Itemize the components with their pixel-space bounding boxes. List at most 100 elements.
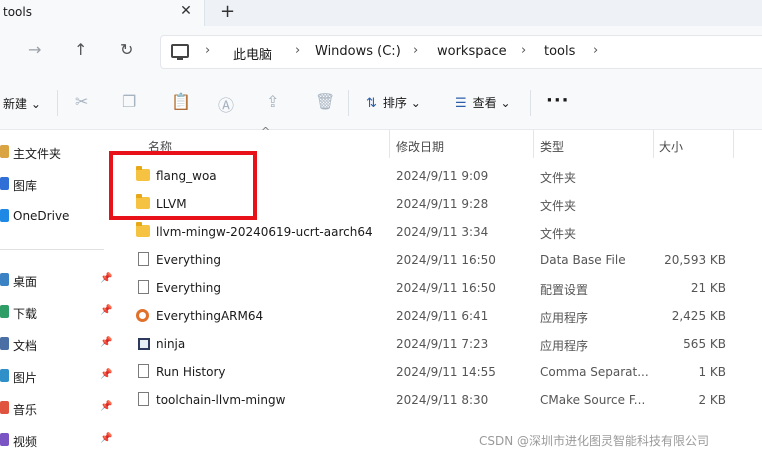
column-separator[interactable] <box>653 130 654 158</box>
file-row[interactable]: llvm-mingw-20240619-ucrt-aarch64 2024/9/1… <box>116 218 762 246</box>
sort-button[interactable]: ⇅ 排序 ⌄ <box>366 94 421 111</box>
share-icon[interactable]: ⇪ <box>266 92 279 111</box>
close-icon[interactable]: ✕ <box>178 3 194 19</box>
column-separator[interactable] <box>733 130 734 158</box>
new-button[interactable]: 新建 ⌄ <box>3 95 41 112</box>
chevron-right-icon[interactable]: › <box>295 43 300 58</box>
file-type: 文件夹 <box>540 171 577 185</box>
address-bar[interactable]: › 此电脑 › Windows (C:) › workspace › tools… <box>160 35 762 69</box>
breadcrumb-drive-c[interactable]: Windows (C:) <box>315 44 401 59</box>
sidebar-item-home[interactable]: 主文件夹 <box>0 142 116 164</box>
sidebar-item-label: 文档 <box>13 339 38 353</box>
sidebar-item-gallery[interactable]: 图库 <box>0 174 116 196</box>
sidebar-item-label: 桌面 <box>13 275 38 289</box>
application-icon <box>136 309 149 322</box>
scissors-icon[interactable]: ✂ <box>75 92 88 111</box>
column-date[interactable]: 修改日期 <box>396 138 444 155</box>
rename-icon[interactable]: Ⓐ <box>218 92 234 116</box>
file-row[interactable]: ninja 2024/9/11 7:23 应用程序 565 KB <box>116 330 762 358</box>
file-size: 20,593 KB <box>664 253 726 267</box>
file-type: Data Base File <box>540 253 626 267</box>
column-separator[interactable] <box>389 130 390 158</box>
file-name: EverythingARM64 <box>156 309 264 323</box>
file-type: CMake Source F... <box>540 393 646 407</box>
sidebar-item-label: 音乐 <box>13 403 38 417</box>
breadcrumb-this-pc[interactable]: 此电脑 <box>233 44 272 63</box>
file-date: 2024/9/11 9:28 <box>396 197 489 211</box>
document-icon <box>138 392 149 406</box>
view-button[interactable]: ☰ 查看 ⌄ <box>455 94 511 111</box>
onedrive-icon <box>0 209 9 222</box>
file-type: Comma Separat... <box>540 365 649 379</box>
pin-icon[interactable]: 📌 <box>100 305 112 316</box>
file-size: 2,425 KB <box>671 309 726 323</box>
sidebar-item-label: 主文件夹 <box>13 147 62 161</box>
sidebar-item-label: 图库 <box>13 179 38 193</box>
downloads-icon <box>0 305 9 318</box>
sidebar-item-label: 视频 <box>13 435 38 449</box>
sidebar-item-downloads[interactable]: 下载 📌 <box>0 302 116 324</box>
document-icon <box>138 280 149 294</box>
chevron-right-icon[interactable]: › <box>413 43 418 58</box>
pin-icon[interactable]: 📌 <box>100 401 112 412</box>
file-row[interactable]: toolchain-llvm-mingw 2024/9/11 8:30 CMake … <box>116 386 762 414</box>
tab-title: tools <box>3 5 32 19</box>
more-options-icon[interactable]: ··· <box>546 90 570 111</box>
file-size: 565 KB <box>683 337 726 351</box>
chevron-right-icon[interactable]: › <box>593 43 598 58</box>
up-icon[interactable]: ↑ <box>74 40 87 59</box>
desktop-icon <box>0 273 9 286</box>
forward-icon[interactable]: → <box>28 40 41 59</box>
sidebar-item-videos[interactable]: 视频 📌 <box>0 430 116 452</box>
sidebar-item-desktop[interactable]: 桌面 📌 <box>0 270 116 292</box>
home-icon <box>0 145 9 158</box>
view-icon: ☰ <box>455 96 467 111</box>
breadcrumb-workspace[interactable]: workspace <box>437 44 507 59</box>
chevron-right-icon[interactable]: › <box>205 43 210 58</box>
file-row[interactable]: Everything 2024/9/11 16:50 配置设置 21 KB <box>116 274 762 302</box>
sort-icon: ⇅ <box>366 96 377 111</box>
gallery-icon <box>0 177 9 190</box>
file-row[interactable]: Everything 2024/9/11 16:50 Data Base File 2… <box>116 246 762 274</box>
videos-icon <box>0 433 9 446</box>
file-date: 2024/9/11 6:41 <box>396 309 489 323</box>
file-name: ninja <box>156 337 186 351</box>
copy-icon[interactable]: ❐ <box>122 92 136 111</box>
document-icon <box>138 364 149 378</box>
file-row[interactable]: Run History 2024/9/11 14:55 Comma Separat.… <box>116 358 762 386</box>
chevron-right-icon[interactable]: › <box>521 43 526 58</box>
pin-icon[interactable]: 📌 <box>100 273 112 284</box>
tab-strip: tools ✕ + <box>0 0 762 26</box>
file-name: toolchain-llvm-mingw <box>156 393 286 407</box>
documents-icon <box>0 337 9 350</box>
file-size: 2 KB <box>698 393 726 407</box>
view-label: 查看 ⌄ <box>472 96 511 110</box>
pin-icon[interactable]: 📌 <box>100 369 112 380</box>
new-tab-icon[interactable]: + <box>220 1 235 22</box>
folder-icon <box>136 222 150 237</box>
column-separator[interactable] <box>533 130 534 158</box>
file-size: 21 KB <box>690 281 726 295</box>
column-type[interactable]: 类型 <box>540 138 564 155</box>
column-size[interactable]: 大小 <box>659 138 683 155</box>
file-date: 2024/9/11 3:34 <box>396 225 489 239</box>
toolbar-divider <box>530 90 531 116</box>
sidebar-item-pictures[interactable]: 图片 📌 <box>0 366 116 388</box>
sidebar-item-onedrive[interactable]: OneDrive <box>0 206 116 228</box>
paste-icon[interactable]: 📋 <box>171 92 191 111</box>
delete-icon[interactable]: 🗑 <box>315 92 335 111</box>
pin-icon[interactable]: 📌 <box>100 337 112 348</box>
sidebar-item-music[interactable]: 音乐 📌 <box>0 398 116 420</box>
tab-tools[interactable]: tools ✕ <box>0 0 205 26</box>
refresh-icon[interactable]: ↻ <box>120 40 133 59</box>
file-row[interactable]: EverythingARM64 2024/9/11 6:41 应用程序 2,425 K… <box>116 302 762 330</box>
file-type: 应用程序 <box>540 339 589 353</box>
file-size: 1 KB <box>698 365 726 379</box>
file-date: 2024/9/11 7:23 <box>396 337 489 351</box>
breadcrumb-tools[interactable]: tools <box>544 44 575 59</box>
pin-icon[interactable]: 📌 <box>100 433 112 444</box>
sort-ascending-icon: ^ <box>261 125 271 138</box>
music-icon <box>0 401 9 414</box>
sidebar-item-documents[interactable]: 文档 📌 <box>0 334 116 356</box>
toolbar-divider <box>57 90 58 116</box>
